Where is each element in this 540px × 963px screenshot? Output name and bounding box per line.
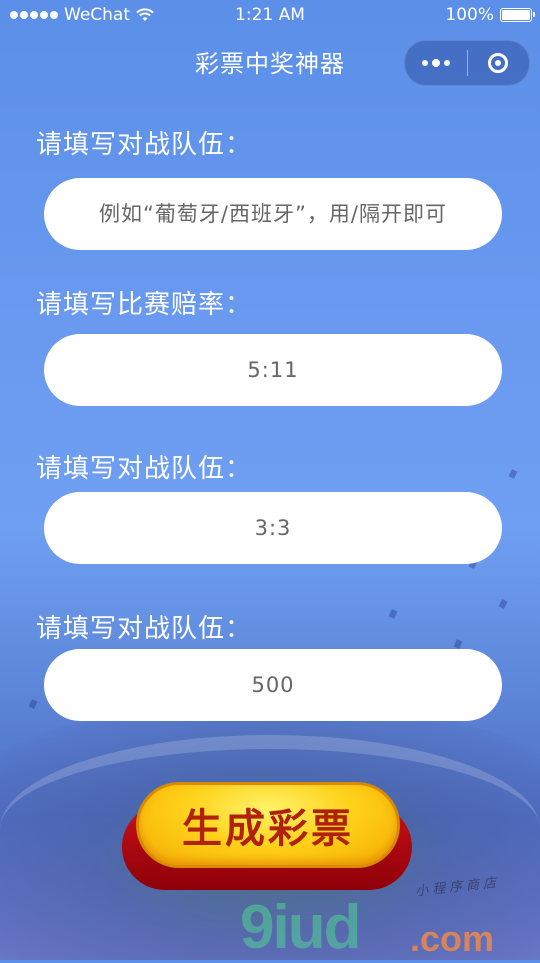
target-icon xyxy=(488,53,508,73)
amount-label: 请填写对战队伍： xyxy=(36,614,253,644)
watermark-suffix: .com xyxy=(410,918,495,959)
watermark-logo: 9iud xyxy=(240,893,361,962)
status-right: 100% xyxy=(445,5,535,25)
score-label: 请填写对战队伍： xyxy=(36,454,253,484)
status-bar: WeChat 1:21 AM 100% xyxy=(0,0,540,30)
battery-percent: 100% xyxy=(445,5,494,25)
more-dots-icon xyxy=(432,59,440,67)
more-menu-button[interactable] xyxy=(405,41,467,85)
amount-input[interactable] xyxy=(44,649,502,721)
mini-program-capsule xyxy=(404,40,530,86)
score-input[interactable] xyxy=(44,492,502,564)
odds-input[interactable] xyxy=(44,334,502,406)
teams-label: 请填写对战队伍： xyxy=(36,130,253,160)
generate-lottery-button[interactable]: 生成彩票 xyxy=(136,782,400,868)
teams-input[interactable] xyxy=(44,178,502,250)
close-mini-program-button[interactable] xyxy=(468,41,528,85)
odds-label: 请填写比赛赔率： xyxy=(36,290,253,320)
watermark-caption: 小程序商店 xyxy=(414,875,501,900)
battery-icon xyxy=(500,8,535,22)
